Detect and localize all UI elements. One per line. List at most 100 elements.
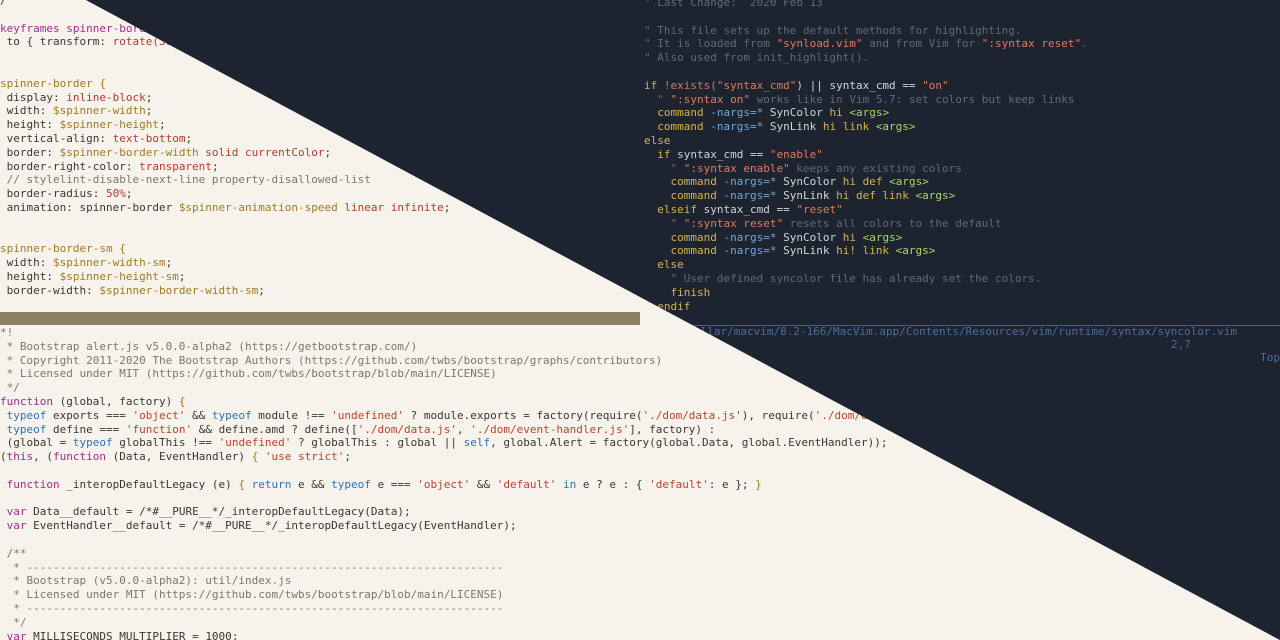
code-token: module !== <box>251 408 332 422</box>
code-token: _interopDefaultLegacy (e) <box>59 477 239 491</box>
code-token: 'default' <box>649 477 709 491</box>
code-token: ; <box>145 90 153 104</box>
code-token: <args> <box>889 244 936 258</box>
code-line: function (global, factory) { <box>0 395 185 409</box>
code-line: (this, (function (Data, EventHandler) { … <box>0 450 351 464</box>
code-line: * Bootstrap (v5.0.0-alpha2): util/index.… <box>0 574 291 588</box>
code-token: * Licensed under MIT (https://github.com… <box>0 588 504 602</box>
code-token: typeof <box>0 422 47 436</box>
code-token: function <box>0 477 60 491</box>
code-token: 'undefined' <box>218 436 292 450</box>
code-token: width: <box>0 256 53 270</box>
code-line: vertical-align: text-bottom; <box>0 132 192 146</box>
code-token: 'object' <box>417 477 471 491</box>
code-line: width: $spinner-width-sm; <box>0 256 173 270</box>
code-token: command <box>644 120 711 134</box>
code-token: typeof <box>72 436 113 450</box>
code-token: SynLink <box>776 189 837 203</box>
code-token: */ <box>0 615 27 629</box>
code-token: !exists( <box>663 78 717 92</box>
scss-statusline: /spinner.scss 1,1 Top <box>0 312 640 364</box>
code-token: * Licensed under MIT (https://github.com… <box>0 367 497 381</box>
code-line: " It is loaded from "synload.vim" and fr… <box>644 37 1088 51</box>
code-token: 1000 <box>205 629 232 640</box>
code-token: $spinner-border-width <box>59 145 199 159</box>
code-token: var <box>0 505 27 519</box>
code-token: hi <box>842 230 856 244</box>
code-token: './dom/event-handler.js' <box>470 422 630 436</box>
code-line: typeof define === 'function' && define.a… <box>0 422 716 437</box>
code-token: border-radius: <box>0 187 106 201</box>
code-token: ; <box>344 450 352 464</box>
code-token: "enable" <box>769 147 823 161</box>
code-token: ; <box>211 159 219 173</box>
code-token: e && <box>291 477 332 491</box>
code-token: to { <box>0 35 40 49</box>
code-token: typeof <box>0 408 47 422</box>
code-token: $spinner-border-width-sm <box>99 283 259 297</box>
code-token: <args> <box>869 120 916 134</box>
code-line: display: inline-block; <box>0 90 153 105</box>
vim-buffer[interactable]: " Last Change: 2020 Feb 13 " This file se… <box>644 0 1280 312</box>
code-line: */ <box>0 381 20 395</box>
code-token: "syntax_cmd" <box>716 78 797 92</box>
code-token: works like in Vim 5.7: set colors but ke… <box>749 92 1075 106</box>
code-token: && <box>185 408 212 422</box>
code-token: "reset" <box>796 203 843 216</box>
code-line: height: $spinner-height; <box>0 118 166 132</box>
code-token: " <box>644 216 684 230</box>
code-token: -nargs=* <box>723 230 777 244</box>
code-line: * Licensed under MIT (https://github.com… <box>0 367 497 381</box>
code-line: " User defined syncolor file has already… <box>644 272 1041 286</box>
code-token: keeps any existing colors <box>789 161 962 175</box>
code-token: (Data, EventHandler) <box>105 450 252 464</box>
code-token: " Also used from init_highlight(). <box>644 51 870 65</box>
vim-statusline: /local/Cellar/macvim/8.2-166/MacVim.app/… <box>641 312 1280 364</box>
code-token: ; <box>158 118 166 132</box>
code-token: * Bootstrap alert.js v5.0.0-alpha2 (http… <box>0 339 418 353</box>
code-line: command -nargs=* SynLink hi link <args> <box>644 120 916 134</box>
code-token: $spinner-height-sm <box>59 270 179 283</box>
code-token: display: <box>0 90 67 104</box>
code-token: SynColor <box>776 175 843 189</box>
code-line: var EventHandler__default = /*#__PURE__*… <box>0 519 517 533</box>
code-token: ), require( <box>741 408 815 422</box>
code-token: , ( <box>33 450 53 464</box>
code-token: MILLISECONDS_MULTIPLIER = <box>26 629 206 640</box>
code-token: SynLink <box>763 120 823 134</box>
code-token: return <box>251 477 292 491</box>
code-token: ; <box>178 270 186 283</box>
code-token: /** <box>0 546 27 560</box>
code-token: var <box>0 519 27 533</box>
code-token: / <box>0 0 7 7</box>
code-token: globalThis !== <box>112 436 219 450</box>
code-token: <args> <box>855 230 903 244</box>
code-line: command -nargs=* SynLink hi def link <ar… <box>644 189 955 203</box>
code-token: : e }; <box>708 477 756 491</box>
code-line: command -nargs=* SynColor hi <args> <box>644 231 902 245</box>
code-line: command -nargs=* SynColor hi <args> <box>644 106 889 120</box>
code-line: command -nargs=* SynLink hi! link <args> <box>644 244 935 258</box>
code-token: 'undefined' <box>331 408 405 422</box>
code-token: " It is loaded from <box>644 37 777 51</box>
code-token: self <box>463 436 491 450</box>
code-token: (global = <box>0 436 73 450</box>
code-line: border-right-color: transparent; <box>0 160 219 174</box>
code-line: *! <box>0 326 13 340</box>
code-token: solid currentColor <box>198 145 325 159</box>
code-line: else <box>644 134 671 148</box>
code-token: . <box>1081 37 1088 51</box>
code-token: hi! link <box>836 244 890 258</box>
code-token: ? globalThis : global || <box>291 436 464 450</box>
code-token: typeof <box>211 408 252 422</box>
code-token: { <box>238 477 252 491</box>
code-token: 'object' <box>132 408 186 422</box>
code-token: -nargs=* <box>723 189 777 203</box>
code-token: && <box>470 477 497 491</box>
code-token: */ <box>0 381 20 395</box>
code-token: $spinner-width-sm <box>52 256 166 270</box>
code-token: * Bootstrap (v5.0.0-alpha2): util/index.… <box>0 574 292 588</box>
code-token: ) || syntax_cmd == <box>796 78 923 92</box>
code-line: " Also used from init_highlight(). <box>644 51 869 65</box>
